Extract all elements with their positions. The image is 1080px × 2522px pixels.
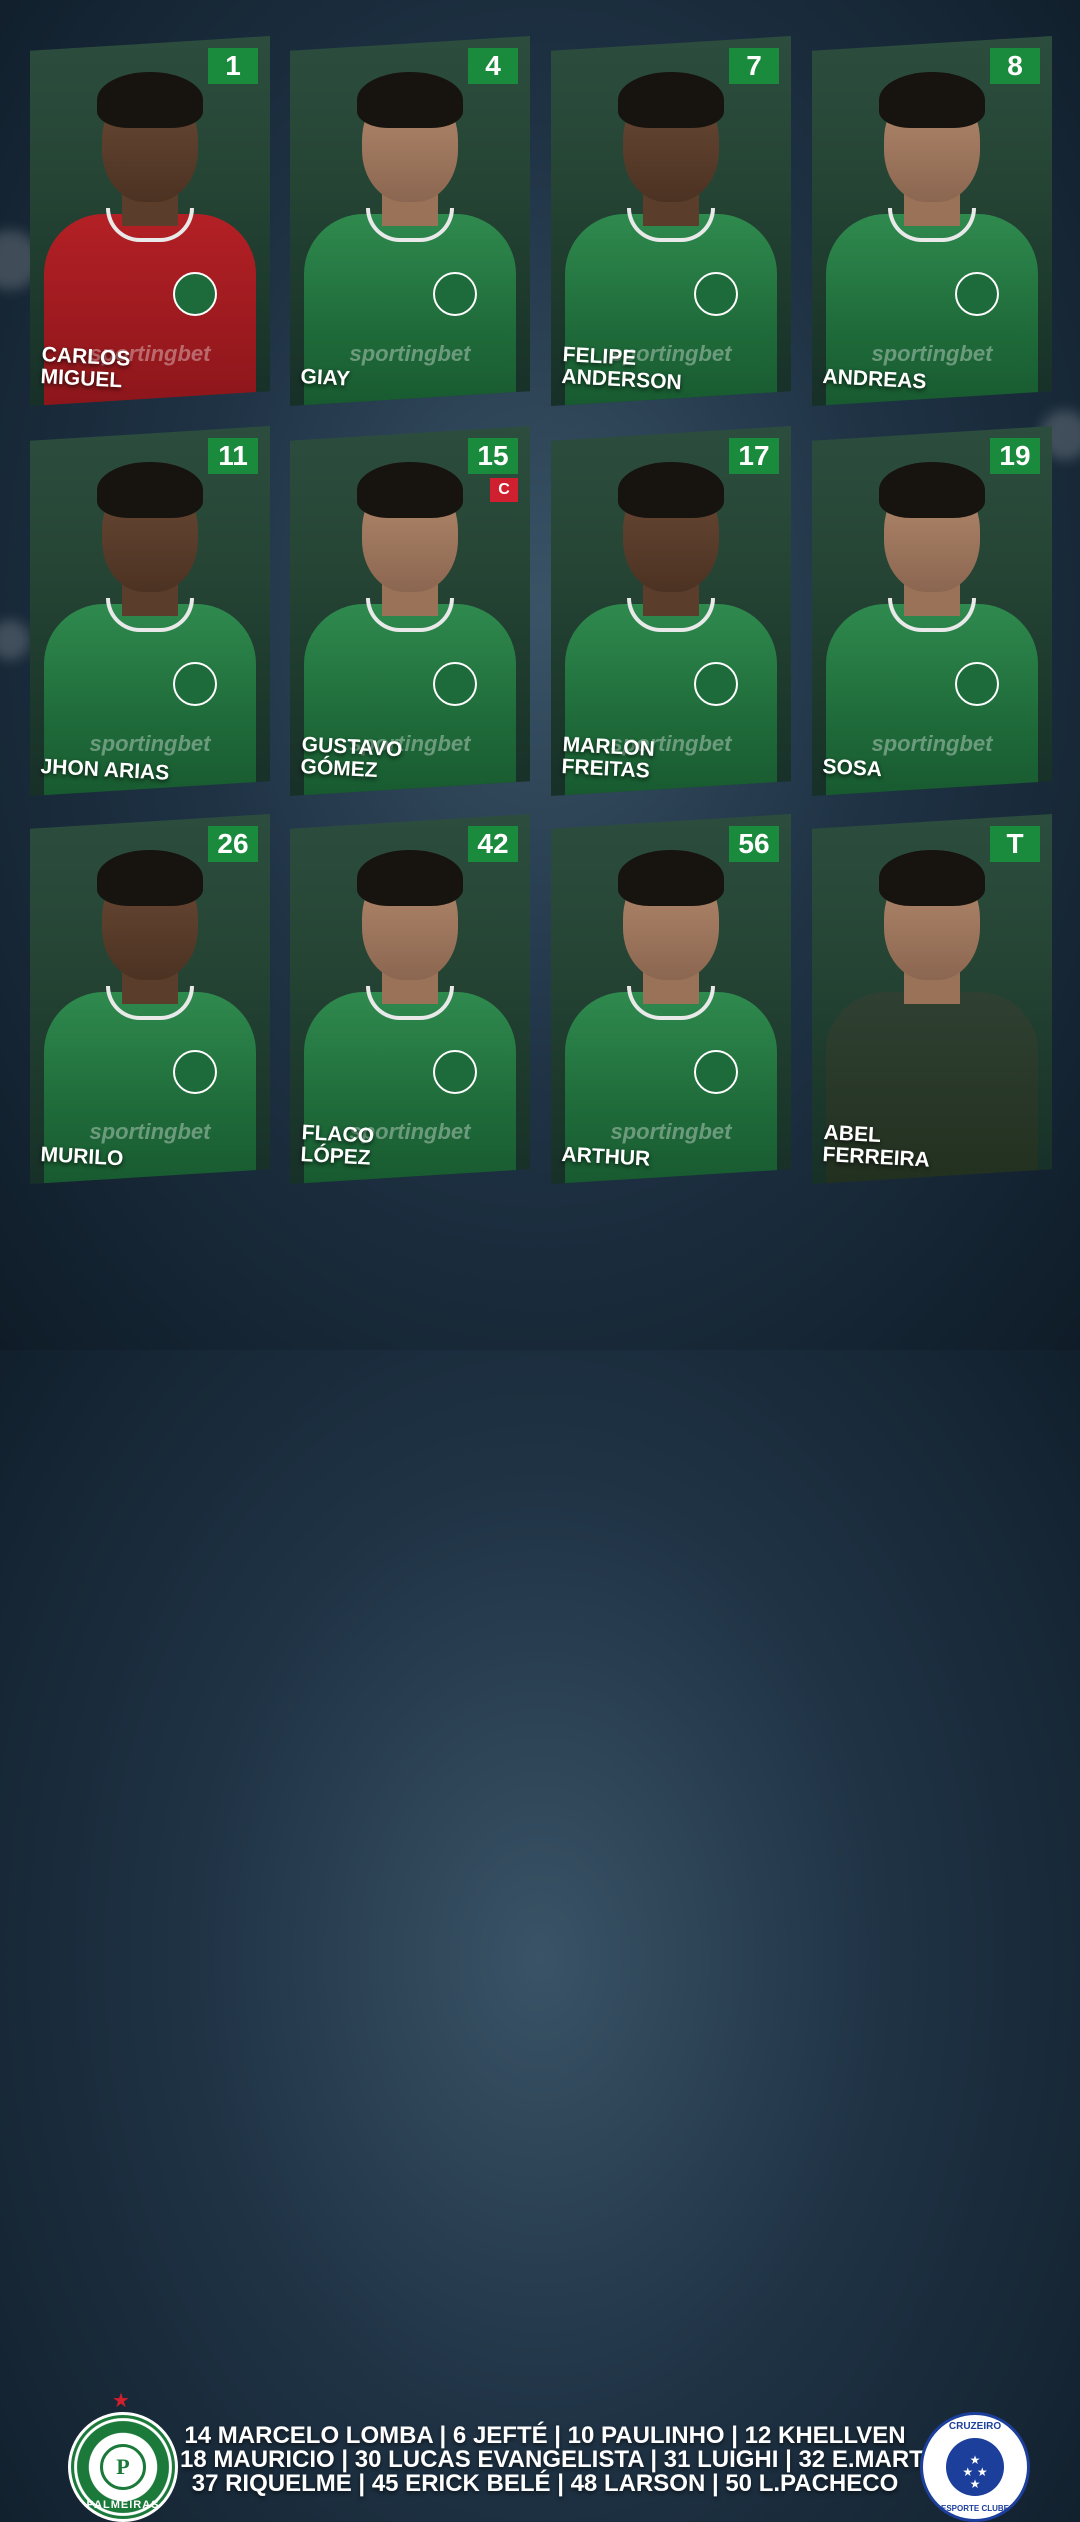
club-badge-icon	[694, 1050, 739, 1094]
player-card: sportingbet 4 GIAY	[290, 36, 530, 406]
hair	[357, 850, 463, 906]
crest-inner: P	[100, 2444, 146, 2490]
hair	[97, 850, 203, 906]
crest-letter: P	[116, 2454, 130, 2479]
club-badge-icon	[955, 272, 1000, 316]
hair	[879, 462, 985, 518]
crest-inner: ★ ★ ★ ★	[946, 2438, 1004, 2496]
shirt-number: 4	[468, 48, 518, 84]
star-icon: ★	[112, 2388, 130, 2412]
shirt-number: 56	[729, 826, 779, 862]
hair	[357, 462, 463, 518]
sponsor-text: sportingbet	[871, 731, 993, 756]
cruzeiro-crest: CRUZEIRO ★ ★ ★ ★ ESPORTE CLUBE	[920, 2412, 1030, 2522]
club-badge-icon	[433, 662, 478, 706]
shirt-number: 8	[990, 48, 1040, 84]
shirt-number: 7	[729, 48, 779, 84]
player-card: sportingbet 11 JHON ARIAS	[30, 426, 270, 796]
substitutes-line: 14 MARCELO LOMBA | 6 JEFTÉ | 10 PAULINHO…	[184, 2422, 906, 2449]
captain-badge: C	[490, 478, 518, 502]
club-badge-icon	[955, 662, 1000, 706]
player-card: sportingbet 17 MARLON FREITAS	[551, 426, 791, 796]
hair	[879, 72, 985, 128]
player-card: sportingbet 8 ANDREAS	[812, 36, 1052, 406]
substitutes-list: 14 MARCELO LOMBA | 6 JEFTÉ | 10 PAULINHO…	[180, 2422, 979, 2497]
shirt-number: 19	[990, 438, 1040, 474]
shirt-number: 42	[468, 826, 518, 862]
hair	[618, 72, 724, 128]
player-card: sportingbet 56 ARTHUR	[551, 814, 791, 1184]
player-card: sportingbet 42 FLACO LÓPEZ	[290, 814, 530, 1184]
player-card: sportingbet 26 MURILO	[30, 814, 270, 1184]
palmeiras-crest: P PALMEIRAS	[68, 2412, 178, 2522]
shirt-number: 15	[468, 438, 518, 474]
club-badge-icon	[173, 1050, 218, 1094]
player-card: sportingbet 1 CARLOS MIGUEL	[30, 36, 270, 406]
sponsor-text: sportingbet	[89, 1119, 211, 1144]
club-badge-icon	[173, 662, 218, 706]
hair	[879, 850, 985, 906]
shirt-number: T	[990, 826, 1040, 862]
club-badge-icon	[433, 1050, 478, 1094]
player-card: sportingbet 19 SOSA	[812, 426, 1052, 796]
shirt-number: 1	[208, 48, 258, 84]
player-card: sportingbet 7 FELIPE ANDERSON	[551, 36, 791, 406]
shirt-number: 26	[208, 826, 258, 862]
crest-bottom-text: ESPORTE CLUBE	[940, 2504, 1009, 2513]
shirt-number: 17	[729, 438, 779, 474]
shirt-number: 11	[208, 438, 258, 474]
club-badge-icon	[433, 272, 478, 316]
stars-icon: ★ ★ ★ ★	[962, 2453, 988, 2491]
club-badge-icon	[173, 272, 218, 316]
player-card: sportingbet 15 C GUSTAVO GÓMEZ	[290, 426, 530, 796]
player-card: T ABEL FERREIRA	[812, 814, 1052, 1184]
club-badge-icon	[694, 662, 739, 706]
substitutes-line: 18 MAURICIO | 30 LUCAS EVANGELISTA | 31 …	[180, 2446, 979, 2473]
hair	[618, 850, 724, 906]
sponsor-text: sportingbet	[89, 731, 211, 756]
hair	[97, 72, 203, 128]
sponsor-text: sportingbet	[349, 341, 471, 366]
footer: ★ P PALMEIRAS 14 MARCELO LOMBA | 6 JEFTÉ…	[0, 1190, 1080, 2522]
hair	[97, 462, 203, 518]
sponsor-text: sportingbet	[871, 341, 993, 366]
sponsor-text: sportingbet	[610, 1119, 732, 1144]
substitutes-line: 37 RIQUELME | 45 ERICK BELÉ | 48 LARSON …	[191, 2470, 899, 2497]
crest-top-text: CRUZEIRO	[948, 2421, 1002, 2432]
hair	[618, 462, 724, 518]
hair	[357, 72, 463, 128]
stadium-light	[0, 620, 30, 660]
club-badge-icon	[694, 272, 739, 316]
crest-word: PALMEIRAS	[86, 2499, 160, 2511]
